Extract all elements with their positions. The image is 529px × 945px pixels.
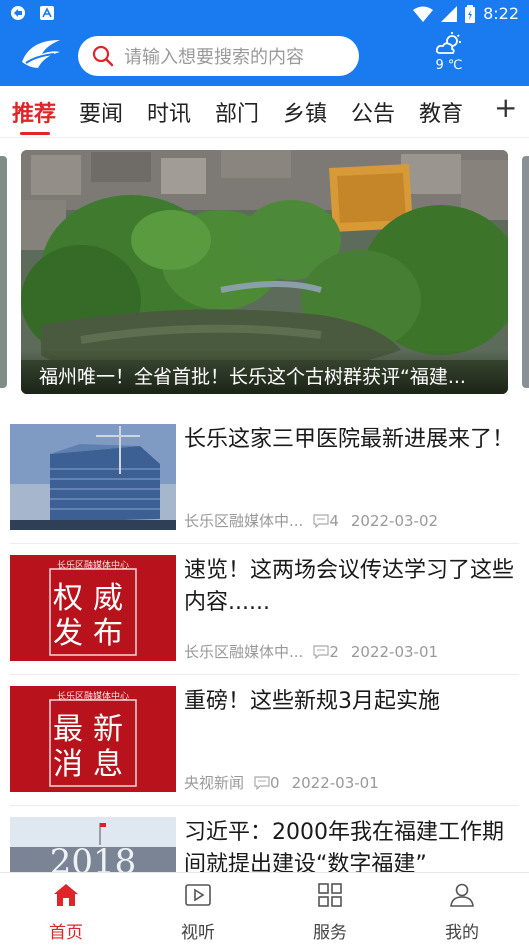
video-icon: [185, 884, 211, 906]
signal-icon: [441, 5, 458, 22]
article-thumbnail: [10, 424, 176, 530]
news-list-item[interactable]: 2018 习近平：2000年我在福建工作期间就提出建设“数字福建”: [10, 817, 519, 872]
grid-icon: [318, 883, 342, 907]
tab-towns[interactable]: 乡镇: [283, 96, 327, 128]
nav-home[interactable]: 首页: [26, 883, 106, 943]
app-notification-icon: [40, 6, 54, 20]
nav-home-label: 首页: [49, 923, 83, 943]
tab-recommend[interactable]: 推荐: [12, 96, 56, 128]
banner-carousel[interactable]: 福州唯一！全省首批！长乐这个古树群获评“福建...: [0, 150, 529, 394]
wifi-icon: [413, 6, 434, 22]
article-comments: 2: [313, 643, 339, 661]
article-meta: 长乐区融媒体中... 2 2022-03-01: [184, 641, 438, 662]
article-date: 2022-03-02: [350, 511, 439, 530]
tab-headlines[interactable]: 要闻: [79, 96, 123, 128]
news-list-item[interactable]: 长乐区融媒体中心 最新 消息 重磅！这些新规3月起实施 央视新闻 0 2022-…: [10, 686, 519, 806]
comment-icon: [313, 644, 329, 659]
status-bar: 8:22: [0, 0, 529, 30]
article-title: 重磅！这些新规3月起实施: [184, 689, 440, 714]
battery-icon: [465, 4, 476, 23]
tab-education[interactable]: 教育: [419, 96, 463, 128]
article-thumbnail: 2018: [10, 817, 176, 872]
nav-services-label: 服务: [313, 923, 347, 943]
article-comments: 0: [254, 774, 280, 792]
carousel-next-peek[interactable]: [522, 156, 529, 388]
banner-slide[interactable]: 福州唯一！全省首批！长乐这个古树群获评“福建...: [21, 150, 508, 394]
category-tabs: 推荐 要闻 时讯 部门 乡镇 公告 教育 +: [0, 86, 529, 138]
article-thumbnail: 长乐区融媒体中心 最新 消息: [10, 686, 176, 792]
weather-temperature: 9 ℃: [435, 58, 463, 73]
nav-video-label: 视听: [181, 923, 215, 943]
article-title: 习近平：2000年我在福建工作期间就提出建设“数字福建”: [184, 820, 504, 872]
article-meta: 长乐区融媒体中... 4 2022-03-02: [184, 510, 438, 531]
comment-count: 0: [270, 773, 280, 792]
banner-caption: 福州唯一！全省首批！长乐这个古树群获评“福建...: [21, 350, 508, 394]
search-input[interactable]: 请输入想要搜索的内容: [78, 36, 359, 76]
thumb-caption: 长乐区融媒体中心: [57, 690, 129, 702]
cloudy-sun-icon: [435, 32, 461, 54]
comment-count: 2: [329, 642, 339, 661]
thumb-heading-line1: 最新: [53, 712, 133, 747]
carousel-prev-peek[interactable]: [0, 156, 7, 388]
search-placeholder: 请输入想要搜索的内容: [124, 47, 304, 68]
article-title: 长乐这家三甲医院最新进展来了！: [184, 427, 515, 452]
nav-profile[interactable]: 我的: [422, 883, 502, 943]
article-date: 2022-03-01: [350, 642, 439, 661]
nav-profile-label: 我的: [445, 923, 479, 943]
sync-icon: [11, 6, 25, 20]
article-comments: 4: [313, 512, 339, 530]
tab-announcements[interactable]: 公告: [351, 96, 395, 128]
tab-news-flash[interactable]: 时讯: [147, 96, 191, 128]
news-list-item[interactable]: 长乐区融媒体中心 权威 发布 速览！这两场会议传达学习了这些内容...... 长…: [10, 555, 519, 675]
status-time: 8:22: [483, 4, 519, 23]
article-source: 长乐区融媒体中...: [184, 512, 304, 530]
nav-video[interactable]: 视听: [158, 883, 238, 943]
user-icon: [450, 883, 474, 907]
article-meta: 央视新闻 0 2022-03-01: [184, 772, 379, 793]
article-thumbnail: 长乐区融媒体中心 权威 发布: [10, 555, 176, 661]
nav-services[interactable]: 服务: [290, 883, 370, 943]
thumb-heading-line2: 消息: [53, 747, 133, 782]
comment-icon: [313, 513, 329, 528]
article-source: 央视新闻: [184, 774, 245, 792]
weather-widget[interactable]: 9 ℃: [426, 32, 472, 78]
news-list-item[interactable]: 长乐这家三甲医院最新进展来了！ 长乐区融媒体中... 4 2022-03-02: [10, 424, 519, 544]
app-logo[interactable]: [16, 34, 64, 74]
comment-icon: [254, 775, 270, 790]
thumb-heading-line2: 发布: [53, 616, 133, 651]
thumb-year: 2018: [50, 842, 137, 872]
active-tab-indicator: [20, 132, 50, 135]
article-date: 2022-03-01: [291, 773, 379, 792]
add-tab-button[interactable]: +: [494, 94, 517, 122]
thumb-caption: 长乐区融媒体中心: [57, 559, 129, 571]
bottom-navigation: 首页 视听 服务 我的: [0, 872, 529, 945]
comment-count: 4: [329, 511, 339, 530]
home-icon: [54, 884, 78, 906]
tab-departments[interactable]: 部门: [215, 96, 259, 128]
article-title: 速览！这两场会议传达学习了这些内容......: [184, 558, 515, 615]
search-icon: [92, 45, 114, 67]
thumb-heading-line1: 权威: [53, 581, 133, 616]
app-header: 请输入想要搜索的内容 9 ℃: [0, 30, 529, 86]
article-source: 长乐区融媒体中...: [184, 643, 304, 661]
